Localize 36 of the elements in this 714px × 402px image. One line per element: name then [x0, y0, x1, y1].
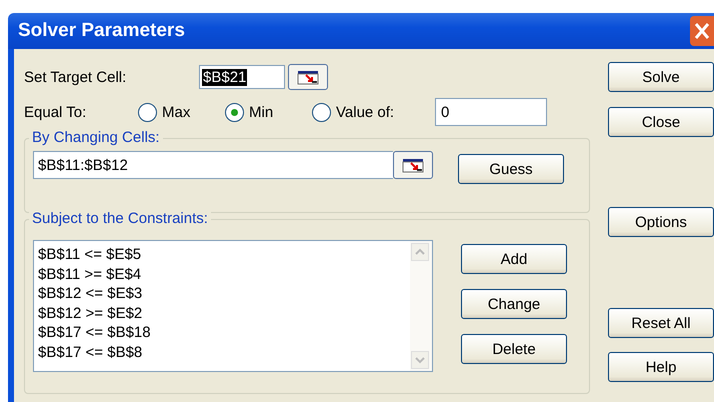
value-of-field[interactable]: 0	[435, 98, 547, 126]
constraint-item[interactable]: $B$17 <= $B$8	[38, 342, 406, 362]
radio-button[interactable]	[138, 102, 157, 122]
constraint-button[interactable]: Delete	[461, 334, 567, 364]
guess-button[interactable]: Guess	[458, 154, 564, 184]
constraints-list[interactable]: $B$11 <= $E$5 $B$11 >= $E$4 $B$12 <= $E$3 $B$12 >= $E$2 $B$17 <= $B$18 $B$17 <= $B$8	[33, 240, 433, 372]
radio-option[interactable]: Value of:	[312, 102, 435, 122]
radio-button[interactable]	[225, 102, 244, 122]
window-arrow-icon	[402, 157, 424, 173]
target-cell-value: $B$21	[202, 68, 248, 86]
constraint-item[interactable]: $B$11 <= $E$5	[38, 245, 406, 264]
dialog-button[interactable]: Close	[608, 107, 714, 137]
equal-to-label: Equal To:	[24, 104, 88, 120]
radio-option[interactable]: Min	[225, 102, 312, 122]
group-title: Subject to the Constraints:	[29, 210, 211, 227]
target-cell-field[interactable]: $B$21	[199, 65, 285, 89]
constraint-item[interactable]: $B$17 <= $B$18	[38, 323, 406, 342]
dialog-button[interactable]: Reset All	[608, 308, 714, 338]
window-arrow-icon	[297, 69, 319, 85]
constraint-button[interactable]: Add	[461, 244, 567, 274]
constraint-item[interactable]: $B$12 >= $E$2	[38, 304, 406, 323]
collapse-dialog-button[interactable]	[393, 151, 433, 179]
dialog-button[interactable]: Options	[608, 207, 714, 237]
target-cell-label: Set Target Cell:	[24, 68, 128, 86]
collapse-dialog-button[interactable]	[288, 64, 328, 90]
dialog-button[interactable]: Help	[608, 352, 714, 382]
window-title: Solver Parameters	[18, 20, 185, 42]
radio-option[interactable]: Max	[138, 102, 225, 122]
close-icon[interactable]	[690, 16, 714, 46]
dialog-button[interactable]: Solve	[608, 62, 714, 92]
radio-button[interactable]	[312, 102, 331, 122]
constraint-item[interactable]: $B$12 <= $E$3	[38, 284, 406, 304]
group-title: By Changing Cells:	[29, 129, 163, 146]
constraint-button[interactable]: Change	[461, 289, 567, 319]
changing-cells-field[interactable]: $B$11:$B$12	[33, 151, 393, 179]
constraint-item[interactable]: $B$11 >= $E$4	[38, 264, 406, 284]
